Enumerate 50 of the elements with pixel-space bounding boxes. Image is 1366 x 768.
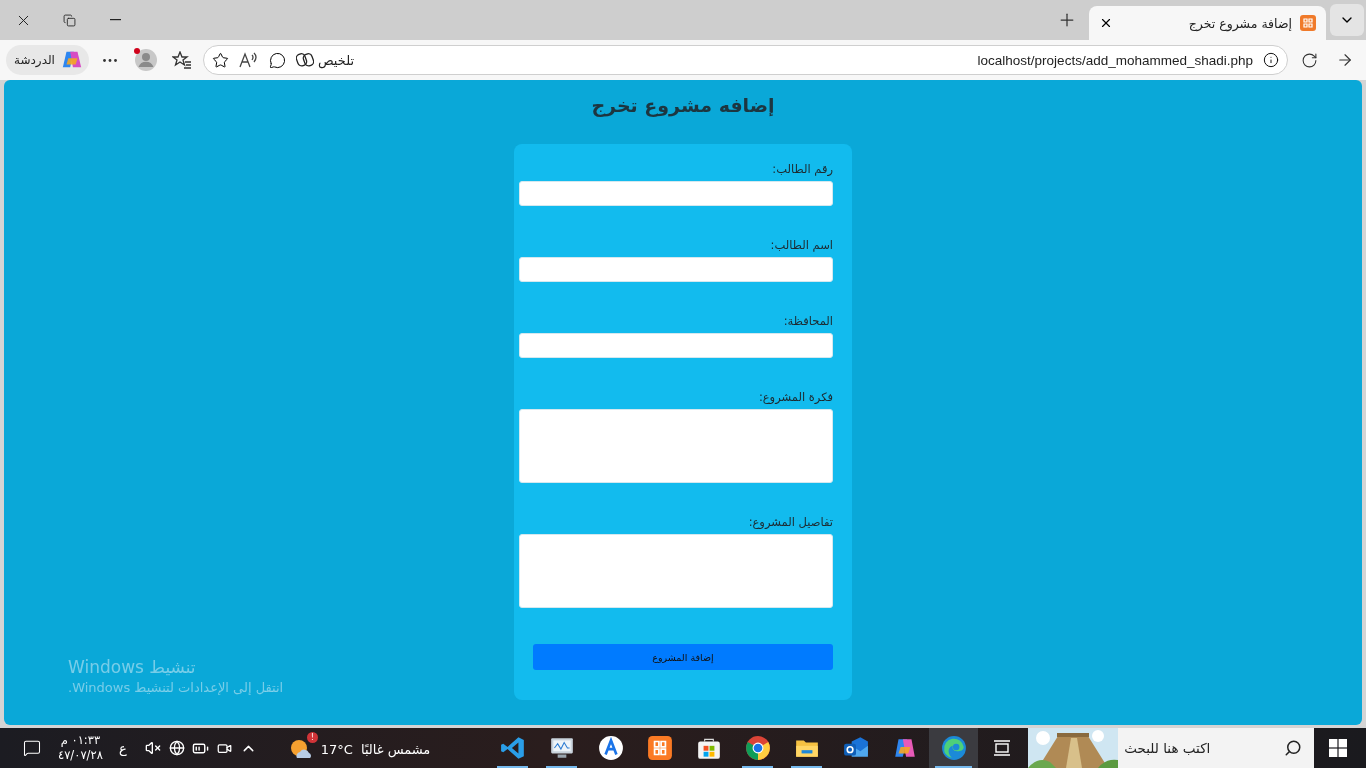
windows-logo-icon [1329, 739, 1348, 757]
search-icon [1284, 739, 1303, 757]
avatar-icon [133, 48, 158, 72]
clock-time: ٠١:٣٣ م [60, 733, 101, 748]
more-icon [102, 58, 117, 62]
read-aloud-icon[interactable] [238, 52, 259, 68]
url-text[interactable]: localhost/projects/add_mohammed_shadi.php [977, 52, 1253, 68]
input-field[interactable] [519, 181, 833, 206]
xampp-icon [1300, 15, 1316, 31]
browser-tab[interactable]: إضافة مشروع تخرج [1089, 6, 1326, 40]
field-label: المحافظة: [782, 314, 833, 328]
info-icon[interactable] [1263, 52, 1279, 68]
edge-icon [940, 735, 967, 761]
input-field[interactable] [519, 257, 833, 282]
language-indicator[interactable]: ع [110, 728, 135, 768]
field-label: رقم الطالب: [771, 162, 833, 176]
input-field[interactable] [519, 333, 833, 358]
code-editor-icon [499, 735, 526, 761]
chat-button[interactable]: الدردشة [6, 45, 89, 75]
refresh-icon [1300, 51, 1318, 69]
weather-condition: مشمس غالبًا [360, 741, 431, 757]
monitor-icon [548, 735, 575, 761]
close-tab-icon[interactable] [1099, 16, 1113, 30]
xampp-icon [646, 735, 673, 761]
search-placeholder: اكتب هنا للبحث [1123, 740, 1212, 756]
sun-cloud-icon [288, 738, 313, 760]
alert-badge: ! [306, 732, 318, 743]
clock-date: ٤٧/٠٧/٢٨ [58, 748, 103, 763]
star-list-icon [171, 51, 192, 69]
minimize-icon [109, 19, 121, 21]
field-label: اسم الطالب: [769, 238, 833, 252]
tab-list-button[interactable] [1330, 4, 1364, 36]
tab-title: إضافة مشروع تخرج [1187, 15, 1292, 31]
submit-button[interactable]: إضافة المشروع [533, 644, 833, 670]
activation-text: انتقل إلى الإعدادات لتنشيط Windows. [68, 680, 284, 695]
clock[interactable]: ٠١:٣٣ م ٤٧/٠٧/٢٨ [58, 733, 103, 763]
chrome-icon [744, 735, 771, 761]
summarize-button[interactable]: تلخيص [295, 52, 355, 68]
restore-icon [62, 13, 76, 27]
activation-title: تنشيط Windows [68, 657, 196, 677]
temperature: 17°C [320, 741, 353, 757]
field-label: فكرة المشروع: [757, 390, 833, 404]
page-title: إضافه مشروع تخرج [591, 94, 775, 116]
favorite-star-icon[interactable] [211, 51, 229, 69]
field-label: تفاصيل المشروع: [747, 515, 833, 529]
letter-a-icon [597, 735, 624, 761]
summarize-icon [295, 52, 314, 68]
forward-arrow-icon [1336, 51, 1354, 69]
search-box[interactable]: اكتب هنا للبحث [1028, 728, 1315, 768]
chat-bubble-icon[interactable] [268, 51, 286, 69]
